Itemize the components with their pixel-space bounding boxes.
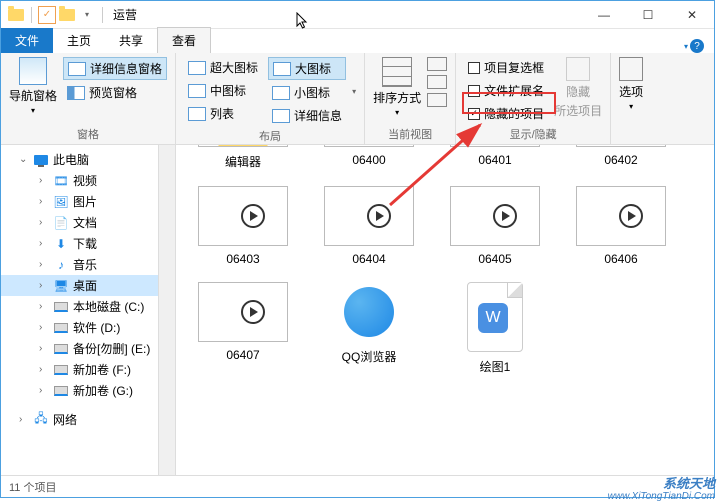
sort-button[interactable]: 排序方式 [373,89,421,106]
ribbon-tabs: 文件 主页 共享 查看 ▾? [1,29,714,53]
size-columns-icon[interactable] [427,93,447,107]
tree-downloads[interactable]: ›⬇下载 [1,233,175,254]
tab-file[interactable]: 文件 [1,28,53,53]
file-view: 编辑器 06400 06401 06402 06403 [176,145,714,475]
item-checkboxes-toggle[interactable]: 项目复选框 [464,57,548,78]
detail-pane-button[interactable]: 详细信息窗格 [63,57,167,80]
hide-selected-label: 所选项目 [554,102,602,119]
tree-desktop[interactable]: ›🖥桌面 [1,275,175,296]
nav-pane-icon [19,57,47,85]
layout-list[interactable]: 列表 [184,103,262,124]
close-button[interactable]: ✕ [670,1,714,29]
group-label-layout: 布局 [184,126,356,144]
tab-share[interactable]: 共享 [105,28,157,53]
maximize-button[interactable]: ☐ [626,1,670,29]
options-button[interactable]: 选项 [619,83,643,100]
nav-pane-button[interactable]: 导航窗格 [9,87,57,104]
sort-icon [382,57,412,87]
group-label-showhide: 显示/隐藏 [464,124,602,142]
tree-network[interactable]: ›🖧网络 [1,409,175,430]
hide-button[interactable]: 隐藏 [566,83,590,100]
file-item[interactable]: 06405 [436,182,554,270]
watermark: 系统天地 www.XiTongTianDi.Com [608,477,715,502]
layout-small[interactable]: 小图标 [268,82,346,103]
tab-view[interactable]: 查看 [157,27,211,53]
tree-drive-e[interactable]: ›备份[勿删] (E:) [1,338,175,359]
file-item[interactable]: 06406 [562,182,680,270]
file-item[interactable]: 编辑器 [184,153,302,174]
qat-dropdown-icon[interactable]: ▾ [78,6,96,24]
file-item[interactable]: 06402 [562,153,680,174]
file-item[interactable]: QQ浏览器 [310,278,428,379]
window-title: 运营 [113,6,137,23]
titlebar: ✓ ▾ 运营 — ☐ ✕ [1,1,714,29]
tree-pictures[interactable]: ›🖼图片 [1,191,175,212]
file-item[interactable]: 06400 [310,153,428,174]
layout-large[interactable]: 大图标 [268,57,346,80]
group-label-panes: 窗格 [9,124,167,142]
layout-expand-icon[interactable]: ▾ [352,87,356,96]
group-by-icon[interactable] [427,57,447,71]
tree-drive-g[interactable]: ›新加卷 (G:) [1,380,175,401]
layout-xlarge[interactable]: 超大图标 [184,57,262,78]
file-item[interactable]: W 绘图1 [436,278,554,379]
tree-drive-c[interactable]: ›本地磁盘 (C:) [1,296,175,317]
hidden-items-toggle[interactable]: 隐藏的项目 [464,103,548,124]
layout-details[interactable]: 详细信息 [268,105,346,126]
nav-sidebar: ⌄此电脑 ›🎞视频 ›🖼图片 ›📄文档 ›⬇下载 ›♪音乐 ›🖥桌面 ›本地磁盘… [1,145,176,475]
layout-medium[interactable]: 中图标 [184,80,262,101]
tree-videos[interactable]: ›🎞视频 [1,170,175,191]
options-icon [619,57,643,81]
file-item[interactable]: 06404 [310,182,428,270]
tree-drive-f[interactable]: ›新加卷 (F:) [1,359,175,380]
file-extensions-toggle[interactable]: 文件扩展名 [464,80,548,101]
hide-icon [566,57,590,81]
preview-pane-button[interactable]: 预览窗格 [63,82,167,103]
group-label-view: 当前视图 [373,124,447,142]
folder-icon [58,6,76,24]
ribbon: 导航窗格 ▾ 详细信息窗格 预览窗格 窗格 超大图标 中图标 列表 大图标 [1,53,714,145]
tree-drive-d[interactable]: ›软件 (D:) [1,317,175,338]
minimize-button[interactable]: — [582,1,626,29]
tree-music[interactable]: ›♪音乐 [1,254,175,275]
tree-documents[interactable]: ›📄文档 [1,212,175,233]
item-count: 11 个项目 [9,479,56,495]
file-item[interactable]: 06401 [436,153,554,174]
file-item[interactable]: 06403 [184,182,302,270]
folder-icon [7,6,25,24]
tree-thispc[interactable]: ⌄此电脑 [1,149,175,170]
add-columns-icon[interactable] [427,75,447,89]
tab-home[interactable]: 主页 [53,28,105,53]
qat-check-icon[interactable]: ✓ [38,6,56,24]
file-item[interactable]: 06407 [184,278,302,379]
help-icon[interactable]: ▾? [684,39,704,53]
